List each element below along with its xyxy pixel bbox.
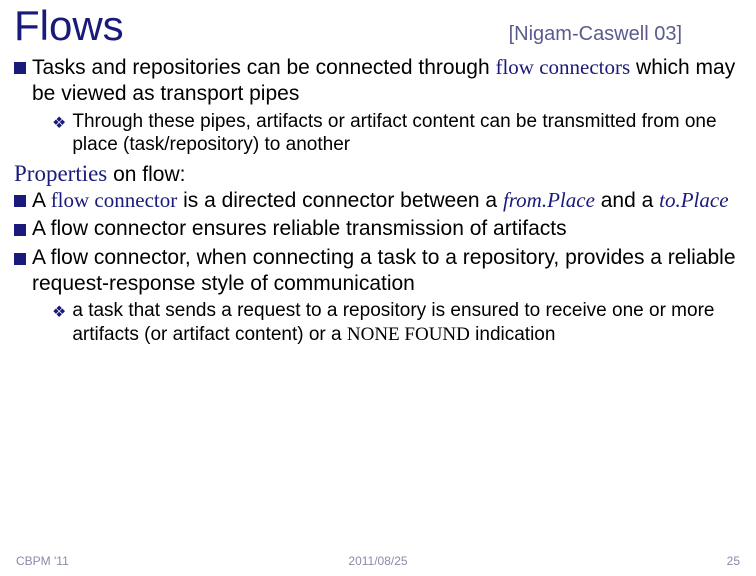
title-row: Flows [Nigam-Caswell 03] xyxy=(14,0,742,50)
footer-left: CBPM '11 xyxy=(16,554,69,568)
properties-pre: Properties xyxy=(14,161,107,186)
bullet-2: A flow connector is a directed connector… xyxy=(14,187,742,214)
bullet-2-mid1: is a directed connector between a xyxy=(177,189,503,212)
footer-right: 25 xyxy=(727,554,740,568)
square-bullet-icon xyxy=(14,195,26,207)
bullet-4-sub-post: indication xyxy=(470,324,556,345)
bullet-2-mid2: and a xyxy=(595,189,659,212)
square-bullet-icon xyxy=(14,224,26,236)
bullet-1-keyword: flow connectors xyxy=(495,55,630,79)
bullet-2-pre: A xyxy=(32,189,51,212)
bullet-2-kw1: flow connector xyxy=(51,188,178,212)
bullet-2-to: to.Place xyxy=(659,188,728,212)
bullet-2-from: from.Place xyxy=(503,188,595,212)
bullet-4: A flow connector, when connecting a task… xyxy=(14,245,742,298)
bullet-4-sub-text: a task that sends a request to a reposit… xyxy=(72,299,742,347)
properties-post: on flow: xyxy=(107,163,185,186)
bullet-1-sub: ❖ Through these pipes, artifacts or arti… xyxy=(52,110,742,158)
bullet-1: Tasks and repositories can be connected … xyxy=(14,54,742,108)
content: Tasks and repositories can be connected … xyxy=(14,54,742,347)
square-bullet-icon xyxy=(14,62,26,74)
bullet-1-text: Tasks and repositories can be connected … xyxy=(32,54,742,108)
slide: Flows [Nigam-Caswell 03] Tasks and repos… xyxy=(0,0,756,576)
bullet-3: A flow connector ensures reliable transm… xyxy=(14,216,742,242)
bullet-4-text: A flow connector, when connecting a task… xyxy=(32,245,742,298)
properties-heading: Properties on flow: xyxy=(14,161,742,187)
slide-title: Flows xyxy=(14,2,124,50)
footer: CBPM '11 2011/08/25 25 xyxy=(0,554,756,568)
bullet-1-pre: Tasks and repositories can be connected … xyxy=(32,56,495,79)
diamond-bullet-icon: ❖ xyxy=(52,303,66,322)
bullet-4-sub: ❖ a task that sends a request to a repos… xyxy=(52,299,742,347)
diamond-bullet-icon: ❖ xyxy=(52,114,66,133)
footer-center: 2011/08/25 xyxy=(348,554,407,568)
bullet-2-text: A flow connector is a directed connector… xyxy=(32,187,729,214)
citation: [Nigam-Caswell 03] xyxy=(509,23,682,46)
bullet-4-sub-kw: NONE FOUND xyxy=(347,324,470,345)
square-bullet-icon xyxy=(14,253,26,265)
bullet-1-sub-text: Through these pipes, artifacts or artifa… xyxy=(72,110,742,158)
bullet-3-text: A flow connector ensures reliable transm… xyxy=(32,216,567,242)
